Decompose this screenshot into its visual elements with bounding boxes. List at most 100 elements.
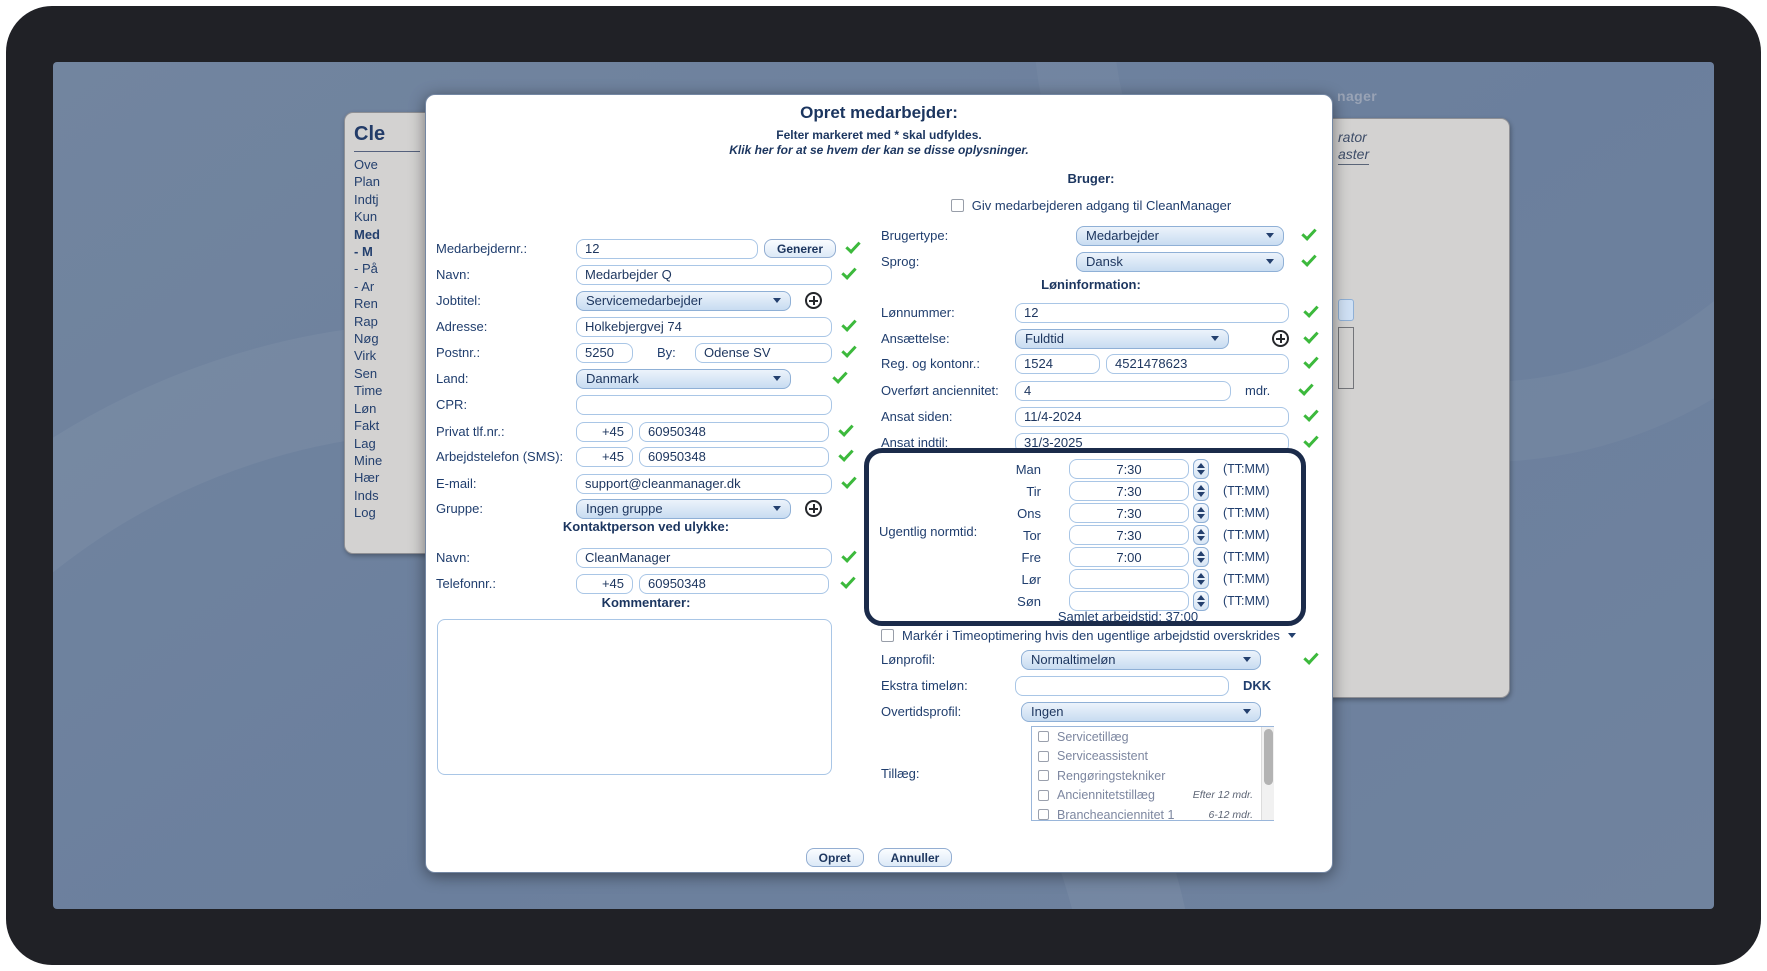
by-input[interactable] — [695, 343, 832, 363]
anciennitet-input[interactable] — [1015, 381, 1231, 401]
time-stepper[interactable] — [1193, 503, 1209, 523]
chevron-down-icon — [1243, 657, 1251, 662]
normtid-day-row: Ons (TT:MM) — [869, 502, 1301, 524]
kommentarer-textarea[interactable] — [437, 619, 832, 775]
brugertype-select[interactable]: Medarbejder — [1076, 226, 1284, 246]
kontakt-tlf-prefix-input[interactable] — [576, 574, 633, 594]
lonprofil-select[interactable]: Normaltimeløn — [1021, 650, 1261, 670]
dialog-title: Opret medarbejder: — [426, 103, 1332, 123]
row-lonprofil: Lønprofil: Normaltimeløn — [881, 649, 1318, 670]
sprog-value: Dansk — [1086, 254, 1123, 269]
add-jobtitel-icon[interactable] — [805, 292, 822, 309]
normtid-input[interactable] — [1069, 569, 1189, 589]
time-stepper[interactable] — [1193, 459, 1209, 479]
page: Cle Ove Plan Indtj Kun Med - M - På — [0, 0, 1767, 971]
land-select[interactable]: Danmark — [576, 369, 791, 389]
tillaeg-item-note: Efter 12 mdr. — [1193, 789, 1253, 801]
row-kontakt-navn: Navn: — [436, 547, 856, 568]
valid-check-icon — [841, 547, 856, 563]
add-gruppe-icon[interactable] — [805, 500, 822, 517]
tillaeg-checkbox[interactable] — [1038, 790, 1049, 801]
row-regkonto: Reg. og kontonr.: — [881, 353, 1318, 374]
time-stepper[interactable] — [1193, 547, 1209, 567]
time-stepper[interactable] — [1193, 569, 1209, 589]
ansaettelse-select[interactable]: Fuldtid — [1015, 329, 1229, 349]
generer-button[interactable]: Generer — [764, 239, 836, 258]
normtid-day-row: Fre (TT:MM) — [869, 546, 1301, 568]
gruppe-value: Ingen gruppe — [586, 501, 663, 516]
kontakt-navn-input[interactable] — [576, 548, 832, 568]
tillaeg-list: Servicetillæg Serviceassistent Rengøring… — [1031, 726, 1274, 821]
dialog-privacy-link[interactable]: Klik her for at se hvem der kan se disse… — [426, 143, 1332, 157]
row-ansaettelse: Ansættelse: Fuldtid — [881, 328, 1318, 349]
regnr-input[interactable] — [1015, 354, 1100, 374]
arbejdstelefon-prefix-input[interactable] — [576, 447, 633, 467]
email-input[interactable] — [576, 474, 832, 494]
tillaeg-item: Rengøringstekniker — [1032, 766, 1273, 786]
valid-check-icon — [841, 264, 856, 280]
valid-check-icon — [841, 316, 856, 332]
valid-check-icon — [1301, 251, 1316, 267]
annuller-button[interactable]: Annuller — [878, 848, 953, 867]
stepper-down-icon — [1197, 470, 1205, 475]
gruppe-select[interactable]: Ingen gruppe — [576, 499, 791, 519]
row-arbejdstelefon: Arbejdstelefon (SMS): — [436, 446, 853, 467]
time-stepper[interactable] — [1193, 591, 1209, 611]
brugertype-label: Brugertype: — [881, 228, 1015, 243]
stepper-down-icon — [1197, 514, 1205, 519]
valid-check-icon — [832, 368, 847, 384]
time-format-label: (TT:MM) — [1223, 594, 1270, 608]
tillaeg-checkbox[interactable] — [1038, 809, 1049, 820]
lonnummer-input[interactable] — [1015, 303, 1289, 323]
lonnummer-label: Lønnummer: — [881, 305, 1015, 320]
ansat-siden-input[interactable] — [1015, 407, 1289, 427]
tillaeg-item-label: Servicetillæg — [1057, 730, 1129, 744]
adgang-checkbox[interactable] — [951, 199, 964, 212]
add-ansaettelse-icon[interactable] — [1272, 330, 1289, 347]
time-format-label: (TT:MM) — [1223, 550, 1270, 564]
scrollbar-thumb[interactable] — [1264, 729, 1273, 785]
kontakt-tlf-input[interactable] — [639, 574, 829, 594]
overtidsprofil-select[interactable]: Ingen — [1021, 702, 1261, 722]
normtid-input[interactable] — [1069, 591, 1189, 611]
tillaeg-checkbox[interactable] — [1038, 731, 1049, 742]
chevron-down-icon — [773, 376, 781, 381]
normtid-input[interactable] — [1069, 547, 1189, 567]
time-stepper[interactable] — [1193, 481, 1209, 501]
ekstra-timelon-input[interactable] — [1015, 676, 1229, 696]
postnr-input[interactable] — [576, 343, 633, 363]
sprog-select[interactable]: Dansk — [1076, 252, 1284, 272]
arbejdstelefon-input[interactable] — [639, 447, 829, 467]
stepper-down-icon — [1197, 536, 1205, 541]
row-brugertype: Brugertype: Medarbejder — [881, 225, 1316, 246]
normtid-input[interactable] — [1069, 459, 1189, 479]
valid-check-icon — [840, 573, 855, 589]
bruger-heading: Bruger: — [891, 171, 1291, 186]
opret-button[interactable]: Opret — [806, 848, 864, 867]
chevron-down-icon — [773, 298, 781, 303]
normtid-input[interactable] — [1069, 525, 1189, 545]
valid-check-icon — [838, 446, 853, 462]
valid-check-icon — [1301, 225, 1316, 241]
privat-tlf-prefix-input[interactable] — [576, 422, 633, 442]
cpr-input[interactable] — [576, 395, 832, 415]
tillaeg-scrollbar[interactable] — [1261, 727, 1274, 820]
time-stepper[interactable] — [1193, 525, 1209, 545]
navn-input[interactable] — [576, 265, 832, 285]
row-marker: Markér i Timeoptimering hvis den ugentli… — [881, 625, 1296, 646]
stepper-down-icon — [1197, 602, 1205, 607]
kontonr-input[interactable] — [1106, 354, 1289, 374]
privat-tlf-label: Privat tlf.nr.: — [436, 424, 576, 439]
jobtitel-select[interactable]: Servicemedarbejder — [576, 291, 791, 311]
normtid-input[interactable] — [1069, 503, 1189, 523]
stepper-down-icon — [1197, 580, 1205, 585]
marker-checkbox[interactable] — [881, 629, 894, 642]
chevron-down-icon[interactable] — [1288, 633, 1296, 638]
stepper-up-icon — [1197, 595, 1205, 600]
normtid-input[interactable] — [1069, 481, 1189, 501]
privat-tlf-input[interactable] — [639, 422, 829, 442]
tillaeg-checkbox[interactable] — [1038, 751, 1049, 762]
tillaeg-checkbox[interactable] — [1038, 770, 1049, 781]
medarbejdernr-input[interactable] — [576, 239, 758, 259]
adresse-input[interactable] — [576, 317, 832, 337]
